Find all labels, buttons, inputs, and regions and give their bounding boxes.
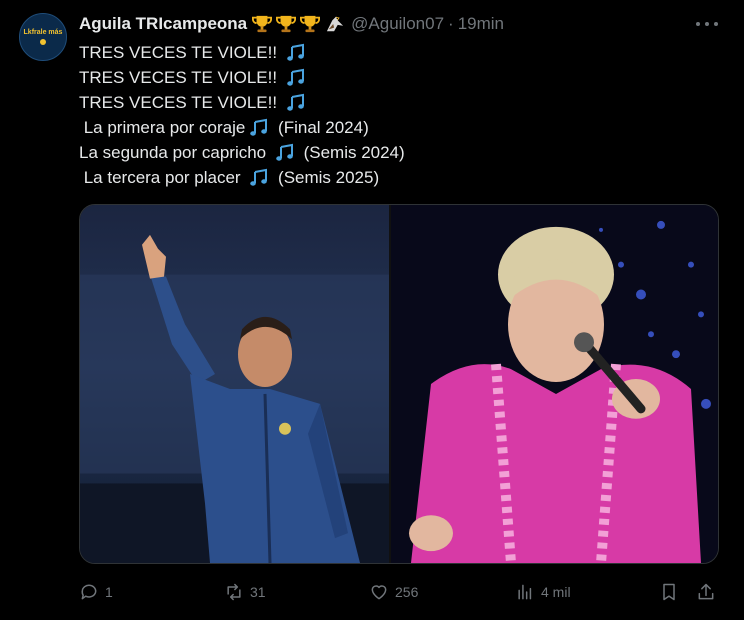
line-suffix: (Semis 2025) xyxy=(273,168,380,187)
timestamp[interactable]: 19min xyxy=(458,14,504,34)
music-note-icon xyxy=(287,43,304,61)
like-button[interactable]: 256 xyxy=(369,580,418,604)
media-container[interactable] xyxy=(79,204,719,564)
like-count: 256 xyxy=(395,584,419,600)
tweet-line: La primera por coraje (Final 2024) xyxy=(79,115,719,140)
heart-icon xyxy=(371,585,387,600)
tweet-line: TRES VECES TE VIOLE!! xyxy=(79,90,719,115)
share-icon xyxy=(698,583,714,600)
views-icon xyxy=(518,584,532,600)
share-button[interactable] xyxy=(696,580,716,604)
tweet-line: La segunda por capricho (Semis 2024) xyxy=(79,140,719,165)
music-note-icon xyxy=(250,168,268,186)
separator-dot: · xyxy=(448,14,454,33)
line-text: TRES VECES TE VIOLE!! xyxy=(79,43,282,62)
tweet-line: TRES VECES TE VIOLE!! xyxy=(79,65,719,90)
user-handle[interactable]: @Aguilon07 xyxy=(351,14,444,34)
tweet-text: TRES VECES TE VIOLE!! TRES VECES TE VIOL… xyxy=(79,40,719,190)
reply-icon xyxy=(81,584,97,600)
reply-count: 1 xyxy=(105,584,113,600)
eagle-icon xyxy=(327,16,344,32)
line-text: La segunda por capricho xyxy=(79,143,271,162)
line-text: La tercera por placer xyxy=(79,168,246,187)
bookmark-button[interactable] xyxy=(659,580,679,604)
line-suffix: (Semis 2024) xyxy=(298,143,405,162)
music-note-icon xyxy=(250,118,268,136)
name-badges xyxy=(251,14,345,34)
trophy-icon xyxy=(300,15,321,33)
action-bar: 1 31 256 4 mil xyxy=(79,580,719,604)
repost-button[interactable]: 31 xyxy=(224,580,266,604)
music-note-icon xyxy=(287,93,304,111)
repost-count: 31 xyxy=(250,584,266,600)
line-text: TRES VECES TE VIOLE!! xyxy=(79,68,282,87)
right-photo[interactable] xyxy=(391,205,719,563)
tweet-line: La tercera por placer (Semis 2025) xyxy=(79,165,719,190)
left-photo[interactable] xyxy=(80,205,389,563)
trophy-icon xyxy=(276,15,297,33)
more-options-icon[interactable] xyxy=(696,14,718,34)
avatar[interactable]: Lkfrale más xyxy=(19,13,67,61)
view-count: 4 mil xyxy=(541,584,571,600)
line-text: La primera por coraje xyxy=(79,118,246,137)
line-suffix: (Final 2024) xyxy=(273,118,369,137)
display-name[interactable]: Aguila TRIcampeona xyxy=(79,14,247,34)
bookmark-icon xyxy=(663,583,675,601)
line-text: TRES VECES TE VIOLE!! xyxy=(79,93,282,112)
tweet-line: TRES VECES TE VIOLE!! xyxy=(79,40,719,65)
avatar-logo-dot xyxy=(40,39,46,45)
avatar-text: Lkfrale más xyxy=(23,29,63,36)
views-button[interactable]: 4 mil xyxy=(515,580,571,604)
trophy-icon xyxy=(252,15,273,33)
tweet[interactable]: Lkfrale más Aguila TRIcampeona @Aguilon0… xyxy=(0,0,744,620)
tweet-header: Aguila TRIcampeona @Aguilon07 · 19min xyxy=(79,13,504,35)
reply-button[interactable]: 1 xyxy=(79,580,113,604)
music-note-icon xyxy=(287,68,304,86)
repost-icon xyxy=(227,583,241,601)
music-note-icon xyxy=(276,143,293,161)
